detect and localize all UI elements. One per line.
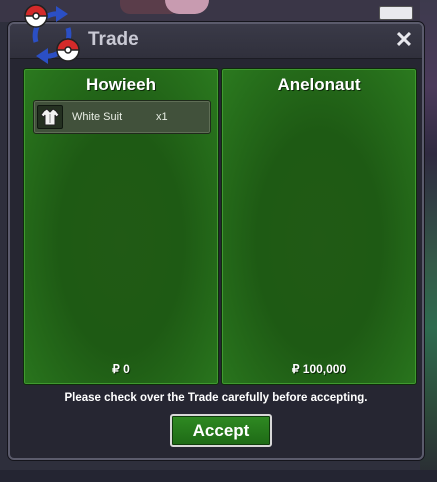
item-quantity: x1 xyxy=(156,111,168,123)
money-offer-left[interactable]: ₽ 0 xyxy=(24,362,218,376)
window-title: Trade xyxy=(88,29,139,50)
trade-panel-right: Anelonaut ₽ 100,000 xyxy=(221,68,417,385)
trader-name-right: Anelonaut xyxy=(277,75,361,94)
close-button[interactable]: ✕ xyxy=(392,26,416,54)
game-background-bottom xyxy=(0,470,437,482)
money-offer-right: ₽ 100,000 xyxy=(291,362,347,376)
game-label xyxy=(379,6,413,20)
item-name: White Suit xyxy=(72,111,123,123)
trade-notice: Please check over the Trade carefully be… xyxy=(64,392,368,404)
trade-item[interactable]: White Suit x1 xyxy=(33,100,211,134)
trade-logo-icon xyxy=(24,4,80,64)
trader-name-left: Howieeh xyxy=(86,75,156,94)
trade-panel-left: Howieeh White Suit x1 ₽ 0 xyxy=(23,68,219,385)
trade-window: Trade ✕ Howieeh White Suit x1 ₽ 0 Anelon… xyxy=(8,4,424,460)
shirt-icon xyxy=(37,105,63,129)
accept-button[interactable]: Accept xyxy=(170,414,272,447)
